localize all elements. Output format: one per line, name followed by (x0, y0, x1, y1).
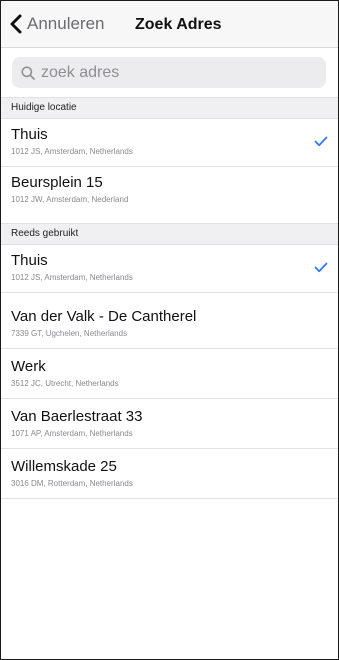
search-field[interactable] (12, 57, 326, 88)
list-item[interactable]: Van der Valk - De Cantherel 7339 GT, Ugc… (1, 301, 338, 349)
navigation-bar: Annuleren Zoek Adres (1, 1, 338, 48)
search-bar-container (1, 48, 338, 96)
list-item[interactable]: Thuis 1012 JS, Amsterdam, Netherlands (1, 245, 338, 293)
item-name: Thuis (11, 126, 48, 143)
search-icon (21, 65, 35, 80)
list-item[interactable]: Thuis 1012 JS, Amsterdam, Netherlands (1, 119, 338, 167)
cancel-label: Annuleren (27, 14, 105, 33)
list-item[interactable]: Beursplein 15 1012 JW, Amsterdam, Nederl… (1, 167, 338, 215)
section-header-current-location: Huidige locatie (1, 97, 338, 119)
list-item[interactable]: Willemskade 25 3016 DM, Rotterdam, Nethe… (1, 451, 338, 499)
item-name: Willemskade 25 (11, 458, 117, 475)
list-item[interactable]: Van Baerlestraat 33 1071 AP, Amsterdam, … (1, 401, 338, 449)
item-name: Thuis (11, 252, 48, 269)
item-address: 1012 JS, Amsterdam, Netherlands (11, 147, 133, 156)
item-name: Beursplein 15 (11, 174, 103, 191)
section-header-previously-used: Reeds gebruikt (1, 223, 338, 245)
list-item[interactable]: Werk 3512 JC, Utrecht, Netherlands (1, 351, 338, 399)
item-address: 3016 DM, Rotterdam, Netherlands (11, 479, 133, 488)
item-name: Werk (11, 358, 46, 375)
item-address: 1012 JW, Amsterdam, Nederland (11, 195, 129, 204)
checkmark-icon (314, 136, 328, 147)
item-name: Van Baerlestraat 33 (11, 408, 143, 425)
cancel-button[interactable]: Annuleren (9, 14, 105, 34)
checkmark-icon (314, 262, 328, 273)
search-input[interactable] (41, 63, 311, 82)
page-title: Zoek Adres (135, 16, 222, 33)
item-address: 1012 JS, Amsterdam, Netherlands (11, 273, 133, 282)
chevron-left-icon (10, 14, 22, 34)
item-address: 1071 AP, Amsterdam, Netherlands (11, 429, 133, 438)
item-name: Van der Valk - De Cantherel (11, 308, 197, 325)
item-address: 3512 JC, Utrecht, Netherlands (11, 379, 119, 388)
item-address: 7339 GT, Ugchelen, Netherlands (11, 329, 128, 338)
screen: Annuleren Zoek Adres Huidige locatie Thu… (0, 0, 339, 660)
